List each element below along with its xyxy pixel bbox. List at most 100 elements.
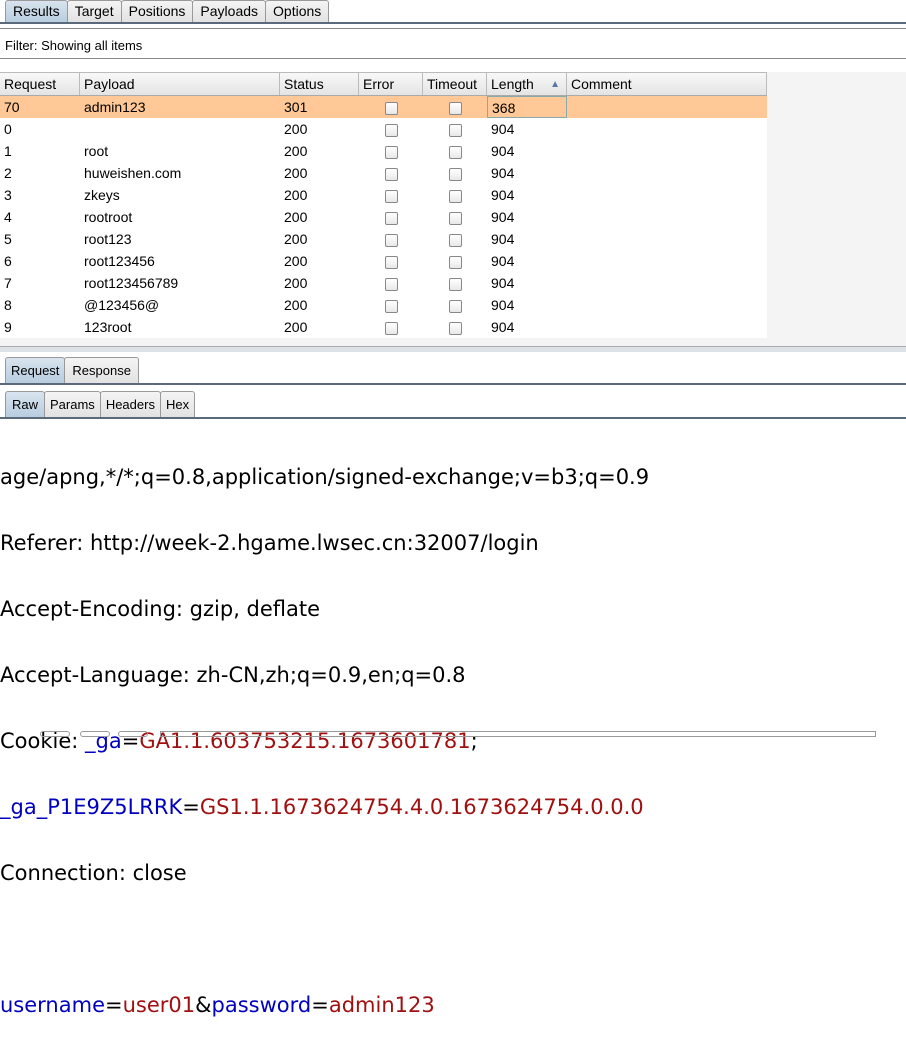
cell-comment xyxy=(567,272,767,294)
checkbox[interactable] xyxy=(384,189,398,203)
cell-payload: @123456@ xyxy=(84,297,160,313)
checkbox[interactable] xyxy=(384,299,398,313)
checkbox[interactable] xyxy=(384,211,398,225)
raw-line: Accept-Language: zh-CN,zh;q=0.9,en;q=0.8 xyxy=(0,663,466,687)
cell-length: 904 xyxy=(491,231,515,247)
checkbox[interactable] xyxy=(384,145,398,159)
cell-status: 200 xyxy=(284,121,308,137)
cell-error xyxy=(359,184,423,206)
checkbox[interactable] xyxy=(384,233,398,247)
cell-timeout xyxy=(423,118,487,140)
col-request[interactable]: Request xyxy=(0,73,80,95)
raw-line: Accept-Encoding: gzip, deflate xyxy=(0,597,321,621)
table-row[interactable]: 2 huweishen.com 200 904 xyxy=(0,162,767,184)
cell-payload: root123 xyxy=(84,231,132,247)
checkbox[interactable] xyxy=(448,299,462,313)
cell-length: 904 xyxy=(491,143,515,159)
tab-hex[interactable]: Hex xyxy=(159,391,196,417)
nav-button[interactable] xyxy=(40,731,70,737)
cell-comment xyxy=(567,294,767,316)
raw-request-editor[interactable]: age/apng,*/*;q=0.8,application/signed-ex… xyxy=(0,428,649,1055)
checkbox[interactable] xyxy=(448,211,462,225)
checkbox[interactable] xyxy=(448,255,462,269)
tab-response[interactable]: Response xyxy=(64,357,139,383)
tab-options[interactable]: Options xyxy=(265,0,330,22)
raw-line-blank: ​ xyxy=(0,923,649,956)
cell-comment xyxy=(567,118,767,140)
cell-timeout xyxy=(423,184,487,206)
checkbox[interactable] xyxy=(384,321,398,335)
table-row[interactable]: 0 200 904 xyxy=(0,118,767,140)
checkbox[interactable] xyxy=(448,189,462,203)
col-status[interactable]: Status xyxy=(280,73,359,95)
tab-raw[interactable]: Raw xyxy=(5,391,46,417)
table-row[interactable]: 70 admin123 301 368 xyxy=(0,96,767,118)
cell-comment xyxy=(567,162,767,184)
tab-target[interactable]: Target xyxy=(66,0,122,22)
tab-payloads[interactable]: Payloads xyxy=(192,0,267,22)
cell-status: 200 xyxy=(284,253,308,269)
cell-payload: root123456789 xyxy=(84,275,179,291)
checkbox[interactable] xyxy=(448,123,462,137)
table-row[interactable]: 3 zkeys 200 904 xyxy=(0,184,767,206)
cell-timeout xyxy=(423,228,487,250)
cell-payload: root123456 xyxy=(84,253,155,269)
search-input[interactable] xyxy=(160,731,876,737)
search-bar xyxy=(40,731,876,737)
checkbox[interactable] xyxy=(448,167,462,181)
cell-error xyxy=(359,140,423,162)
tab-params[interactable]: Params xyxy=(44,391,101,417)
table-row[interactable]: 7 root123456789 200 904 xyxy=(0,272,767,294)
checkbox[interactable] xyxy=(384,277,398,291)
nav-button[interactable] xyxy=(80,731,110,737)
checkbox[interactable] xyxy=(384,255,398,269)
table-row[interactable]: 6 root123456 200 904 xyxy=(0,250,767,272)
col-length-label: Length xyxy=(491,76,534,92)
cell-status: 200 xyxy=(284,165,308,181)
checkbox[interactable] xyxy=(384,167,398,181)
equals: = xyxy=(182,795,200,819)
cell-payload: 123root xyxy=(84,319,132,335)
tab-results[interactable]: Results xyxy=(5,0,68,22)
col-timeout[interactable]: Timeout xyxy=(423,73,487,95)
col-length[interactable]: Length ▲ xyxy=(487,73,567,95)
results-table: Request Payload Status Error Timeout Len… xyxy=(0,72,906,346)
triangle-up-icon: ▲ xyxy=(550,79,560,90)
col-error[interactable]: Error xyxy=(359,73,423,95)
tab-headers[interactable]: Headers xyxy=(99,391,161,417)
split-pane-divider[interactable] xyxy=(0,346,906,352)
checkbox[interactable] xyxy=(448,277,462,291)
checkbox[interactable] xyxy=(448,233,462,247)
table-row[interactable]: 4 rootroot 200 904 xyxy=(0,206,767,228)
table-row[interactable]: 8 @123456@ 200 904 xyxy=(0,294,767,316)
cell-request: 3 xyxy=(4,187,12,203)
cell-error xyxy=(359,316,423,338)
checkbox[interactable] xyxy=(448,321,462,335)
cell-length: 904 xyxy=(491,187,515,203)
intruder-tabs: Results Target Positions Payloads Option… xyxy=(0,0,330,22)
cell-request: 5 xyxy=(4,231,12,247)
table-row[interactable]: 9 123root 200 904 xyxy=(0,316,767,338)
cell-request: 0 xyxy=(4,121,12,137)
checkbox[interactable] xyxy=(448,101,462,115)
cookie-value: GS1.1.1673624754.4.0.1673624754.0.0.0 xyxy=(199,795,644,819)
cell-error xyxy=(359,228,423,250)
param-value: user01 xyxy=(122,993,196,1017)
cell-comment xyxy=(567,250,767,272)
checkbox[interactable] xyxy=(384,123,398,137)
checkbox[interactable] xyxy=(384,101,398,115)
col-comment[interactable]: Comment xyxy=(567,73,767,95)
cell-status: 200 xyxy=(284,297,308,313)
divider xyxy=(0,383,906,385)
raw-line: age/apng,*/*;q=0.8,application/signed-ex… xyxy=(0,465,650,489)
checkbox[interactable] xyxy=(448,145,462,159)
nav-button[interactable] xyxy=(118,731,148,737)
col-payload[interactable]: Payload xyxy=(80,73,280,95)
tab-request[interactable]: Request xyxy=(5,357,66,383)
table-row[interactable]: 1 root 200 904 xyxy=(0,140,767,162)
table-row[interactable]: 5 root123 200 904 xyxy=(0,228,767,250)
cookie-key: _ga_P1E9Z5LRRK xyxy=(0,795,183,819)
tab-positions[interactable]: Positions xyxy=(120,0,194,22)
cell-length: 904 xyxy=(491,209,515,225)
filter-bar[interactable]: Filter: Showing all items xyxy=(0,28,906,59)
